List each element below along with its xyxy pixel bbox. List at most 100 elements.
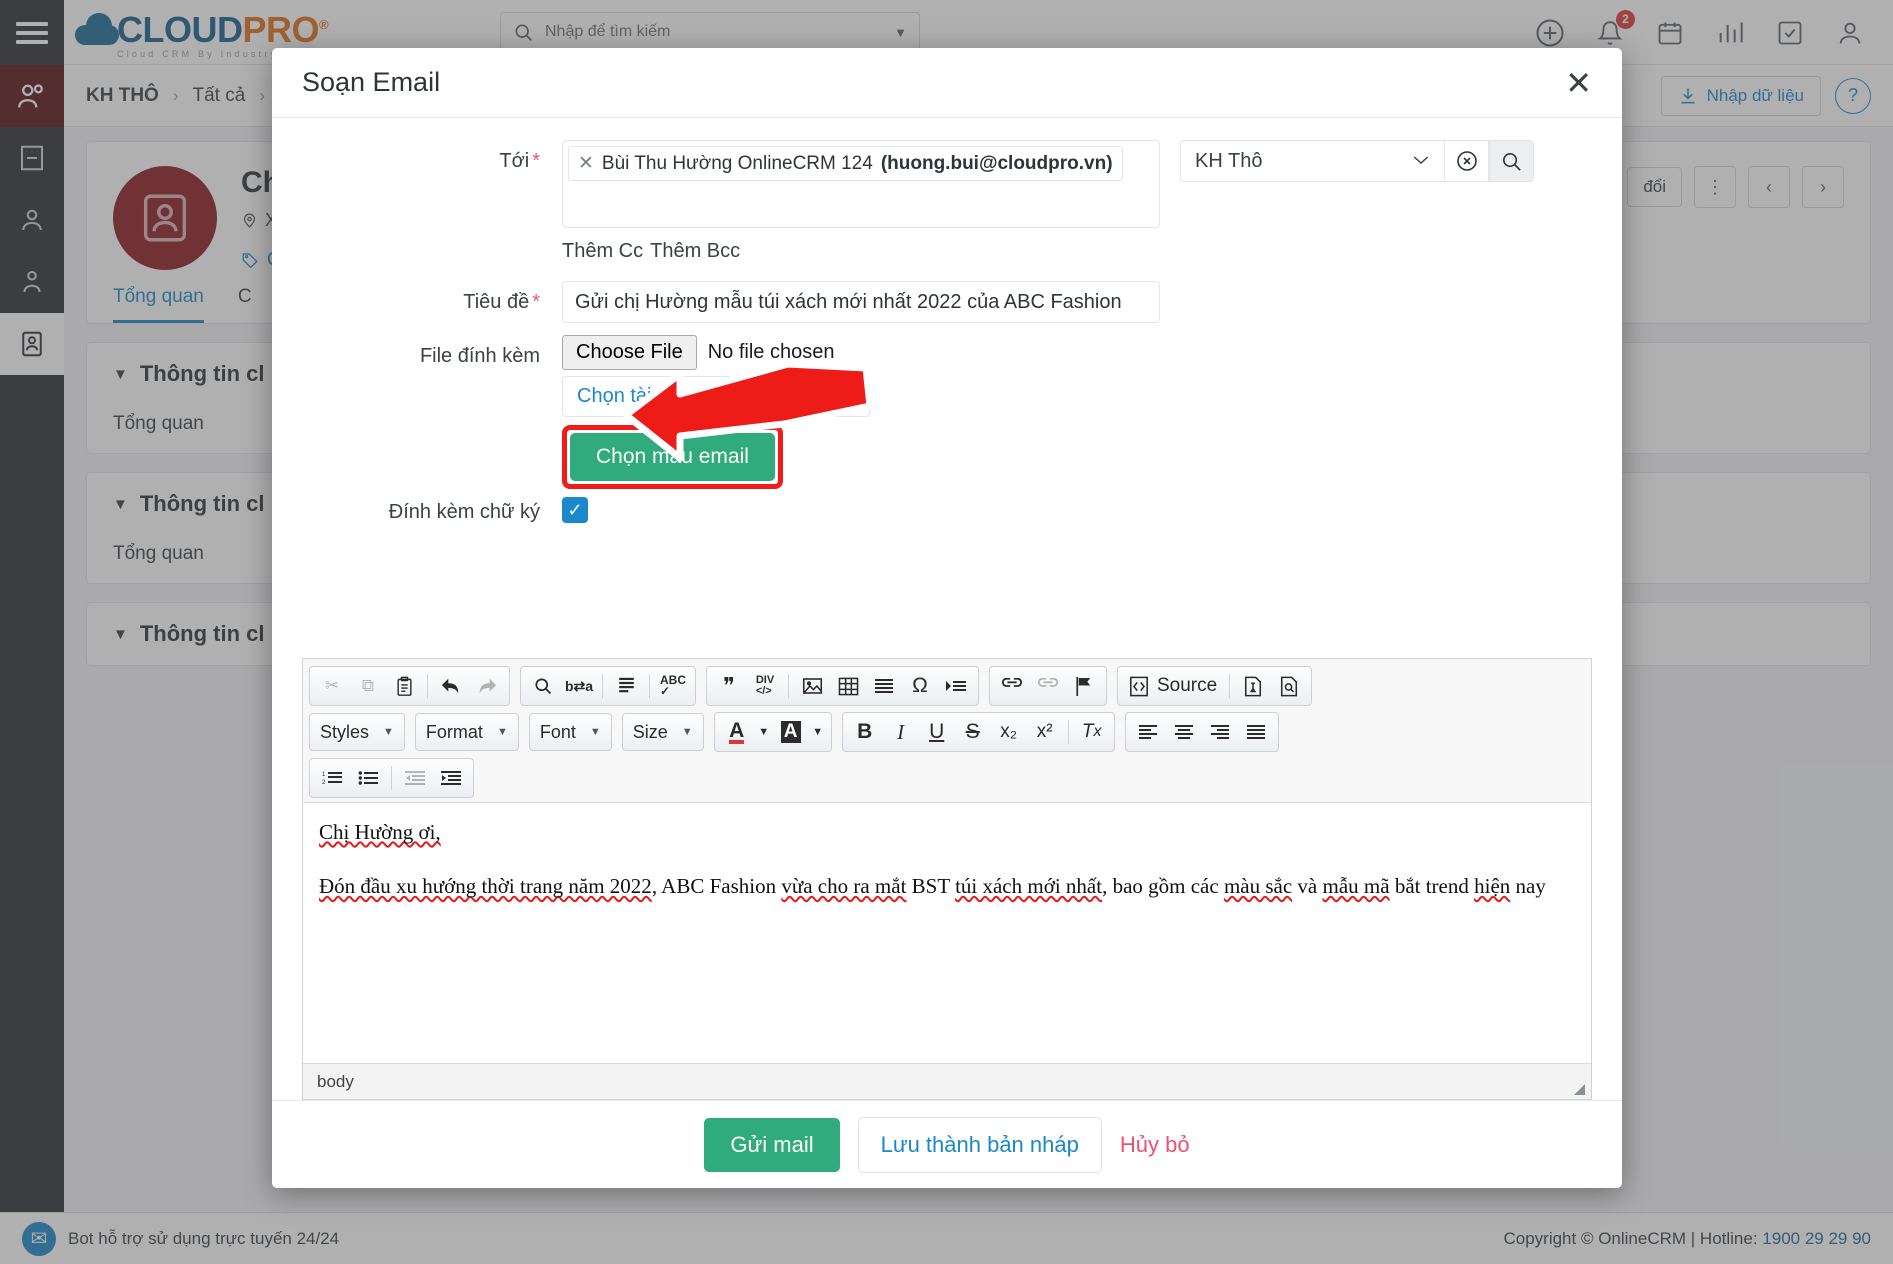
find-group: b⇄a ABC ✓ — [520, 666, 696, 706]
chevron-down-icon[interactable]: ▼ — [810, 716, 826, 748]
cancel-button[interactable]: Hủy bỏ — [1120, 1132, 1190, 1158]
template-spacer — [302, 425, 562, 489]
strike-button[interactable]: S — [956, 716, 990, 748]
italic-button[interactable]: I — [884, 716, 918, 748]
table-icon[interactable] — [831, 670, 865, 702]
unlink-icon[interactable] — [1031, 670, 1065, 702]
size-label: Size — [632, 721, 668, 742]
email-body-line-1: Chị Hường ơi, — [319, 817, 1575, 847]
no-file-chosen-label: No file chosen — [707, 341, 835, 363]
compose-email-modal: Soạn Email ✕ Tới * ✕ Bùi Thu Hường Online… — [272, 48, 1622, 1188]
select-all-icon[interactable] — [609, 670, 643, 702]
special-char-icon[interactable]: Ω — [903, 670, 937, 702]
bold-button[interactable]: B — [848, 716, 882, 748]
source-icon — [1130, 676, 1148, 696]
preview-icon[interactable] — [1272, 670, 1306, 702]
format-dropdown[interactable]: Format ▼ — [414, 713, 519, 751]
color-group: A ▼ A ▼ — [713, 712, 832, 752]
styles-label: Styles — [320, 721, 370, 742]
recipient-chip[interactable]: ✕ Bùi Thu Hường OnlineCRM 124 (huong.bui… — [568, 146, 1123, 181]
choose-email-template-button[interactable]: Chọn mẫu email — [570, 433, 775, 481]
cut-icon[interactable]: ✂ — [315, 670, 349, 702]
image-icon[interactable] — [795, 670, 829, 702]
create-div-icon[interactable]: DIV </> — [748, 670, 782, 702]
size-dropdown[interactable]: Size ▼ — [621, 713, 704, 751]
link-group — [989, 666, 1107, 706]
outdent-button[interactable] — [398, 762, 432, 794]
text-color-button[interactable]: A — [720, 716, 754, 748]
required-asterisk: * — [532, 150, 540, 172]
text-color-icon: A — [729, 718, 745, 744]
subject-input[interactable]: Gửi chị Hường mẫu túi xách mới nhất 2022… — [562, 281, 1160, 323]
indent-button[interactable] — [434, 762, 468, 794]
text-format-group: B I U S x₂ x² Tx — [841, 712, 1115, 752]
horizontal-rule-icon[interactable] — [867, 670, 901, 702]
toolbar-separator — [1229, 674, 1231, 698]
source-label: Source — [1157, 675, 1218, 696]
body-seg-l: nay — [1510, 874, 1546, 899]
save-draft-button[interactable]: Lưu thành bản nháp — [857, 1116, 1102, 1173]
template-row: Chọn mẫu email — [302, 425, 1592, 489]
templates-icon[interactable] — [1236, 670, 1270, 702]
choose-crm-document-button[interactable]: Chọn tài liệu có sẵn trong CRM — [562, 376, 870, 417]
chevron-down-icon: ▼ — [496, 726, 508, 738]
editor-resize-handle[interactable] — [1574, 1084, 1585, 1095]
styles-dropdown[interactable]: Styles ▼ — [309, 713, 405, 751]
format-label: Format — [425, 721, 483, 742]
bulleted-list-button[interactable] — [351, 762, 385, 794]
page-break-icon[interactable] — [939, 670, 973, 702]
chevron-down-icon[interactable]: ▼ — [756, 716, 772, 748]
recipient-name: Bùi Thu Hường OnlineCRM 124 — [601, 152, 873, 174]
align-center-button[interactable] — [1167, 716, 1201, 748]
choose-file-button[interactable]: Choose File — [562, 335, 697, 370]
remove-recipient-icon[interactable]: ✕ — [578, 152, 594, 175]
replace-icon[interactable]: b⇄a — [562, 670, 596, 702]
send-mail-button[interactable]: Gửi mail — [704, 1117, 840, 1172]
paste-icon[interactable] — [387, 670, 421, 702]
align-justify-button[interactable] — [1239, 716, 1273, 748]
chevron-down-icon: ▼ — [681, 726, 693, 738]
body-seg-d: BST — [906, 874, 956, 899]
numbered-list-button[interactable]: 12 — [315, 762, 349, 794]
copy-icon[interactable]: ⧉ — [351, 670, 385, 702]
subscript-button[interactable]: x₂ — [992, 716, 1026, 748]
body-seg-i: mẫu mã — [1322, 874, 1390, 899]
align-right-button[interactable] — [1203, 716, 1237, 748]
blockquote-icon[interactable]: ❞ — [712, 670, 746, 702]
modal-header: Soạn Email ✕ — [272, 48, 1622, 118]
subject-label-text: Tiêu đề — [463, 291, 530, 313]
list-group: 12 — [309, 758, 474, 798]
bg-color-button[interactable]: A — [774, 716, 808, 748]
add-cc-button[interactable]: Thêm Cc — [562, 240, 643, 263]
search-recipients-button[interactable] — [1489, 140, 1534, 182]
attach-signature-checkbox[interactable]: ✓ — [562, 497, 588, 523]
to-input[interactable]: ✕ Bùi Thu Hường OnlineCRM 124 (huong.bui… — [562, 140, 1160, 228]
anchor-icon[interactable] — [1067, 670, 1101, 702]
redo-icon[interactable] — [470, 670, 504, 702]
add-bcc-button[interactable]: Thêm Bcc — [650, 240, 740, 263]
modal-title: Soạn Email — [302, 67, 441, 97]
superscript-button[interactable]: x² — [1028, 716, 1062, 748]
undo-icon[interactable] — [434, 670, 468, 702]
cc-bcc-row: Thêm Cc Thêm Bcc — [302, 240, 1592, 263]
font-dropdown[interactable]: Font ▼ — [528, 713, 612, 751]
align-left-button[interactable] — [1131, 716, 1165, 748]
recipient-email: (huong.bui@cloudpro.vn) — [880, 152, 1113, 174]
spellcheck-icon[interactable]: ABC ✓ — [656, 670, 690, 702]
email-body-editor[interactable]: Chị Hường ơi, Đón đầu xu hướng thời tran… — [303, 803, 1591, 1063]
recipient-group-select[interactable]: KH Thô — [1180, 140, 1444, 182]
close-icon[interactable]: ✕ — [1565, 67, 1592, 99]
editor-element-path[interactable]: body — [317, 1072, 354, 1092]
email-body-greeting: Chị Hường ơi, — [319, 820, 441, 844]
modal-footer: Gửi mail Lưu thành bản nháp Hủy bỏ — [272, 1100, 1622, 1188]
find-icon[interactable] — [526, 670, 560, 702]
clear-recipient-group-button[interactable] — [1444, 140, 1489, 182]
clipboard-group: ✂ ⧉ — [309, 666, 510, 706]
link-icon[interactable] — [995, 670, 1029, 702]
source-button[interactable]: Source — [1123, 675, 1223, 697]
remove-format-button[interactable]: Tx — [1075, 716, 1109, 748]
body-seg-j: bắt trend — [1389, 874, 1475, 899]
to-label: Tới * — [302, 140, 562, 228]
underline-button[interactable]: U — [920, 716, 954, 748]
attachment-field-row: File đính kèm Choose File No file chosen — [302, 335, 1592, 370]
